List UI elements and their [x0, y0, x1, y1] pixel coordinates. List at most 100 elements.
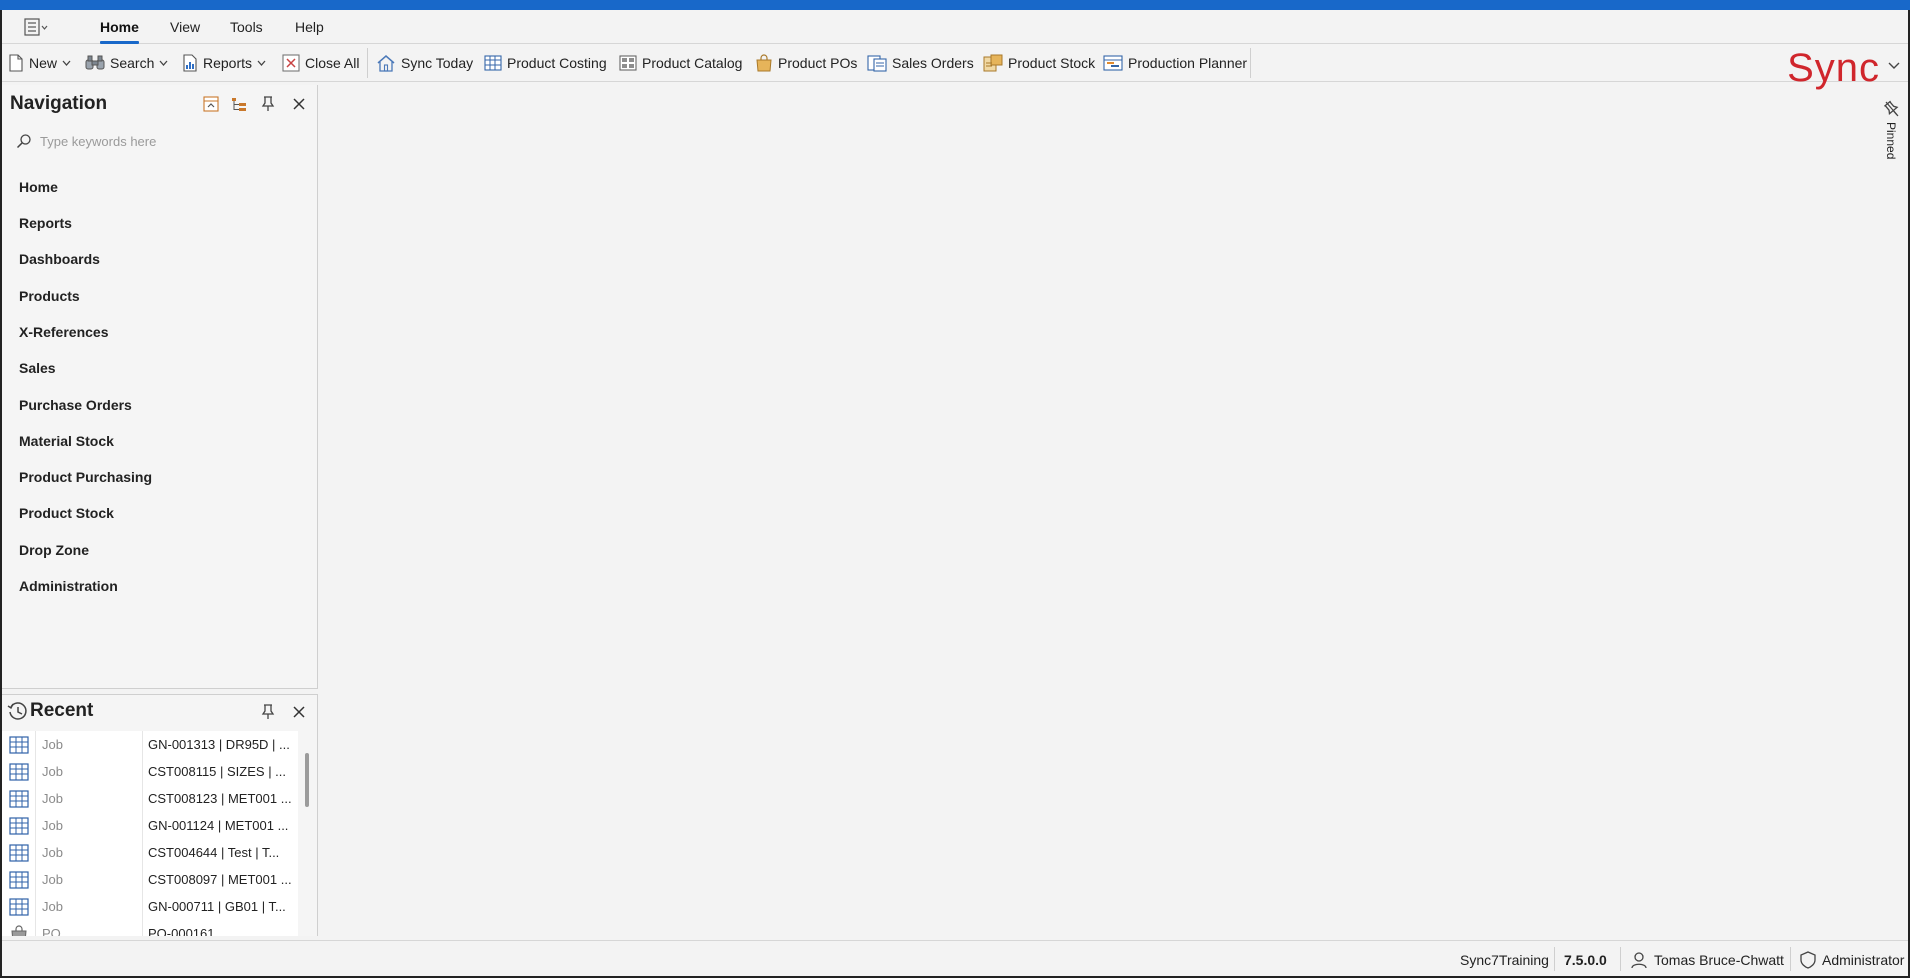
sales-orders-icon [867, 55, 887, 72]
grid-icon [2, 785, 36, 812]
pin-panel-button[interactable] [258, 94, 278, 114]
product-catalog-button-label: Product Catalog [642, 55, 743, 71]
recent-row-type: Job [36, 839, 143, 866]
grid-icon [484, 55, 502, 71]
nav-item-products[interactable]: Products [19, 286, 80, 306]
status-role-label: Administrator [1822, 952, 1905, 968]
pin-recent-button[interactable] [258, 702, 278, 722]
product-catalog-button[interactable]: Product Catalog [619, 52, 742, 74]
binoculars-icon [85, 55, 105, 70]
close-recent-button[interactable] [289, 702, 309, 722]
nav-item-home[interactable]: Home [19, 177, 58, 197]
recent-row-type: Job [36, 893, 143, 920]
recent-row[interactable]: Job CST008097 | MET001 ... [2, 866, 298, 893]
grid-icon [2, 731, 36, 758]
recent-row-description: GN-001313 | DR95D | ... [148, 737, 290, 752]
toolbar-separator [1250, 48, 1251, 78]
close-all-button[interactable]: Close All [282, 52, 359, 74]
recent-row-type: PO [36, 920, 143, 936]
user-icon [1631, 952, 1647, 969]
recent-row-description: CST004644 | Test | T... [148, 845, 280, 860]
nav-item-administration[interactable]: Administration [19, 576, 118, 596]
chevron-down-icon[interactable] [1888, 62, 1900, 70]
status-user[interactable]: Tomas Bruce-Chwatt [1630, 950, 1784, 970]
recent-row[interactable]: Job GN-001313 | DR95D | ... [2, 731, 298, 758]
recent-scrollbar[interactable] [305, 753, 309, 807]
new-document-icon [9, 54, 23, 72]
recent-row-type: Job [36, 812, 143, 839]
shield-icon [1800, 951, 1816, 969]
nav-item-product-purchasing[interactable]: Product Purchasing [19, 467, 152, 487]
pinned-side-tab[interactable]: Pinned [1878, 98, 1906, 178]
collapse-all-button[interactable] [201, 94, 221, 114]
pinned-label: Pinned [1884, 122, 1898, 160]
navigation-panel: Navigation Home [2, 85, 318, 689]
stock-icon [983, 54, 1003, 72]
close-panel-button[interactable] [289, 94, 309, 114]
chevron-down-icon [62, 60, 71, 66]
product-pos-button-label: Product POs [778, 55, 858, 71]
close-icon [293, 98, 305, 110]
tree-view-button[interactable] [229, 94, 249, 114]
search-button[interactable]: Search [85, 52, 168, 74]
nav-item-material-stock[interactable]: Material Stock [19, 431, 114, 451]
tab-help[interactable]: Help [295, 17, 324, 41]
new-button[interactable]: New [8, 52, 71, 74]
navigation-search-input[interactable] [40, 133, 300, 149]
home-icon [377, 55, 395, 72]
new-button-label: New [29, 55, 58, 71]
nav-item-reports[interactable]: Reports [19, 213, 72, 233]
recent-row-type: Job [36, 758, 143, 785]
toolbar: New Search Reports Close All Sync Today … [2, 44, 1908, 90]
shopping-bag-icon [756, 54, 772, 72]
status-role[interactable]: Administrator [1800, 950, 1904, 970]
tab-tools[interactable]: Tools [230, 17, 263, 41]
sync-logo: Sync [1787, 46, 1880, 90]
grid-icon [2, 893, 36, 920]
close-all-icon [282, 54, 300, 72]
status-separator [1620, 947, 1621, 971]
production-planner-button[interactable]: Production Planner [1103, 52, 1247, 74]
sales-orders-button[interactable]: Sales Orders [867, 52, 974, 74]
nav-item-purchase-orders[interactable]: Purchase Orders [19, 395, 132, 415]
history-icon [7, 702, 27, 720]
recent-row[interactable]: Job GN-001124 | MET001 ... [2, 812, 298, 839]
recent-row-type: Job [36, 866, 143, 893]
recent-row[interactable]: Job CST004644 | Test | T... [2, 839, 298, 866]
product-costing-button-label: Product Costing [507, 55, 607, 71]
recent-row[interactable]: Job CST008123 | MET001 ... [2, 785, 298, 812]
nav-item-sales[interactable]: Sales [19, 358, 56, 378]
search-button-label: Search [110, 55, 155, 71]
app-menu-button[interactable] [20, 16, 54, 38]
recent-row-description: CST008097 | MET001 ... [148, 872, 292, 887]
product-stock-button[interactable]: Product Stock [983, 52, 1095, 74]
tab-view[interactable]: View [170, 17, 200, 41]
recent-row-description: GN-000711 | GB01 | T... [148, 899, 286, 914]
product-pos-button[interactable]: Product POs [755, 52, 857, 74]
navigation-search [16, 129, 306, 153]
status-separator [1790, 947, 1791, 971]
chevron-down-icon [257, 60, 266, 66]
window-top-accent-bar [0, 0, 1910, 10]
tab-home[interactable]: Home [100, 17, 139, 44]
grid-icon [2, 866, 36, 893]
nav-item-product-stock[interactable]: Product Stock [19, 503, 114, 523]
product-costing-button[interactable]: Product Costing [484, 52, 607, 74]
recent-row[interactable]: Job GN-000711 | GB01 | T... [2, 893, 298, 920]
recent-panel: Recent Job GN-001313 | DR95D | ... Job C… [2, 694, 318, 936]
reports-button[interactable]: Reports [182, 52, 266, 74]
recent-row[interactable]: PO PO-000161 [2, 920, 298, 936]
nav-item-dashboards[interactable]: Dashboards [19, 249, 100, 269]
grid-icon [2, 839, 36, 866]
navigation-title: Navigation [10, 93, 108, 114]
search-icon [16, 134, 31, 149]
status-database: Sync7Training [1460, 952, 1549, 968]
sales-orders-button-label: Sales Orders [892, 55, 974, 71]
close-icon [293, 706, 305, 718]
sync-today-button[interactable]: Sync Today [376, 52, 473, 74]
recent-title: Recent [30, 700, 94, 721]
recent-row[interactable]: Job CST008115 | SIZES | ... [2, 758, 298, 785]
nav-item-drop-zone[interactable]: Drop Zone [19, 540, 89, 560]
shopping-bag-icon [2, 920, 36, 936]
nav-item-x-references[interactable]: X-References [19, 322, 109, 342]
